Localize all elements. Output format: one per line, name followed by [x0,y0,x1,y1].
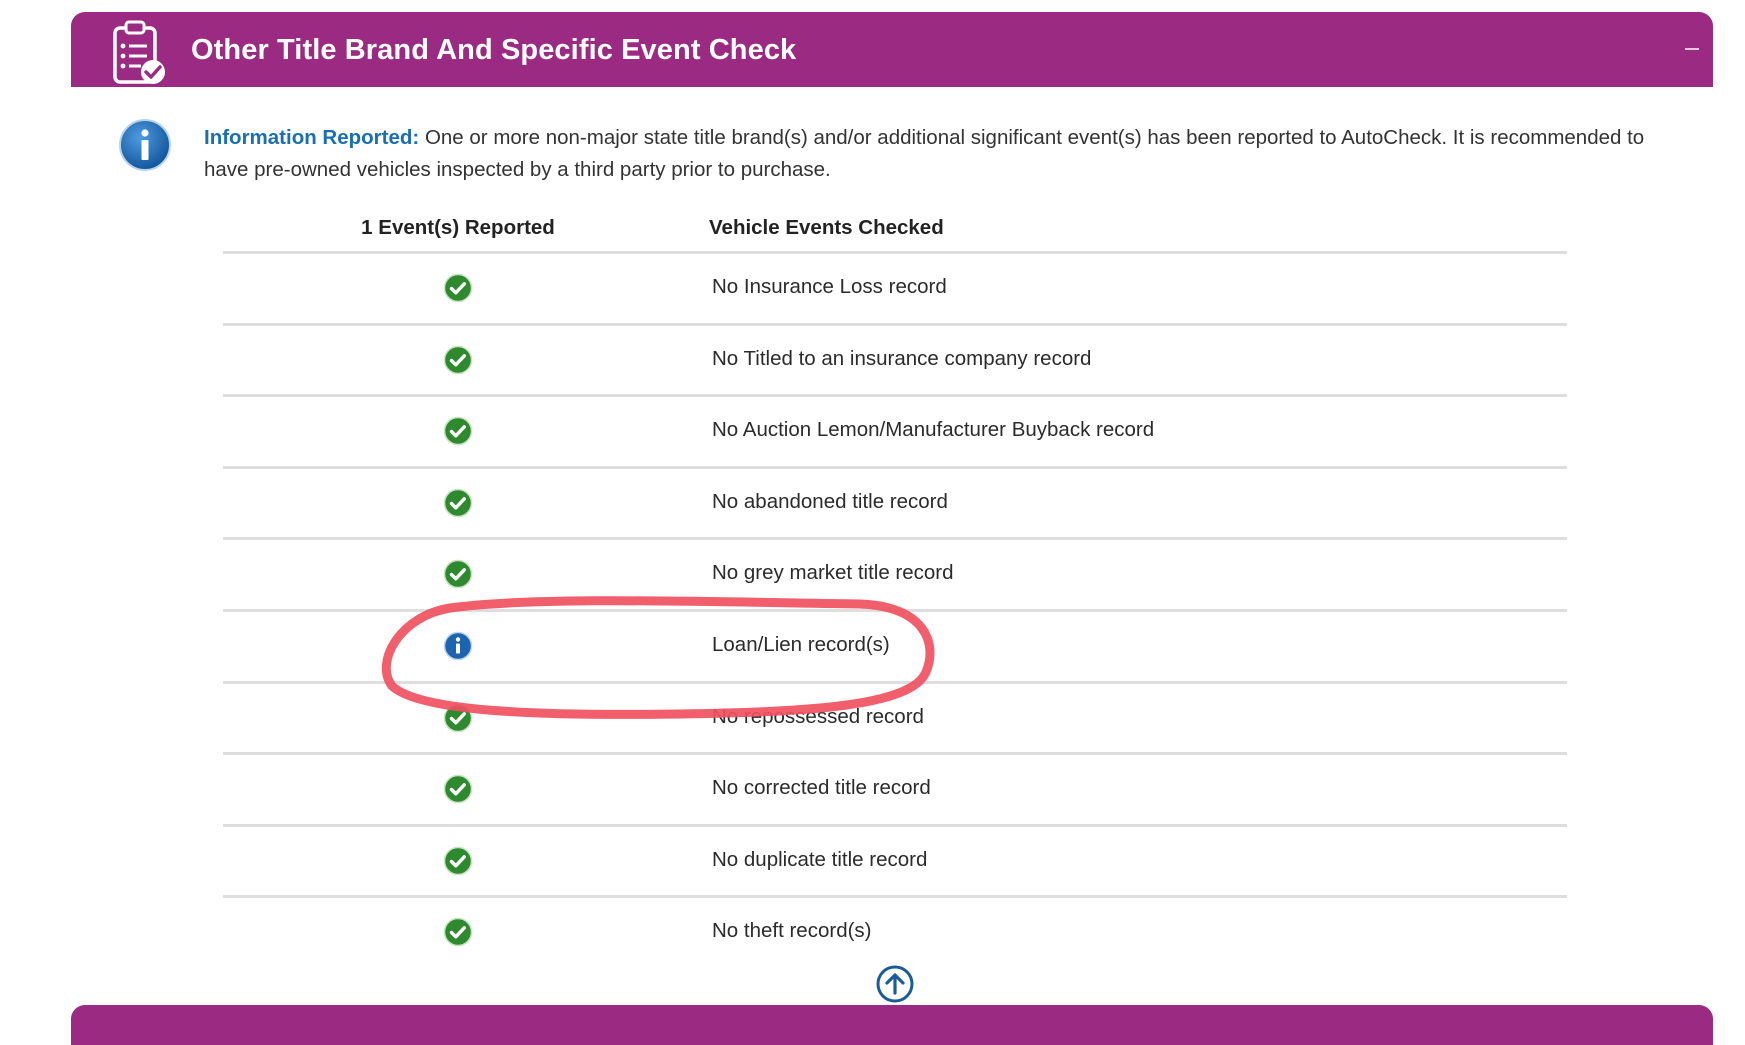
check-circle-icon [443,917,473,947]
column-header-reported: 1 Event(s) Reported [361,216,555,239]
table-row: No repossessed record [223,684,1567,755]
event-label: No Auction Lemon/Manufacturer Buyback re… [712,418,1155,442]
event-label: Loan/Lien record(s) [712,633,890,656]
event-label: No theft record(s) [712,919,872,943]
info-message: Information Reported: One or more non-ma… [204,122,1684,186]
event-label: No repossessed record [712,704,924,728]
check-circle-icon [443,488,473,518]
table-row: No corrected title record [223,755,1567,826]
table-row: No duplicate title record [223,827,1567,898]
table-row: Loan/Lien record(s) [223,612,1567,683]
column-header-checked: Vehicle Events Checked [709,216,944,239]
info-body: One or more non-major state title brand(… [204,126,1645,181]
table-row: No Titled to an insurance company record [223,326,1567,397]
check-circle-icon [443,416,473,446]
table-row: No abandoned title record [223,469,1567,540]
table-row: No Insurance Loss record [223,254,1567,325]
check-circle-icon [443,273,473,303]
arrow-up-circle-icon[interactable] [875,964,915,1004]
event-label: No Insurance Loss record [712,275,947,298]
check-circle-icon [443,345,473,375]
info-icon [119,119,171,171]
event-label: No Titled to an insurance company record [712,346,1092,370]
check-circle-icon [443,559,473,589]
collapse-icon[interactable] [1685,48,1699,50]
info-circle-icon [443,631,473,661]
event-label: No duplicate title record [712,847,928,871]
check-circle-icon [443,846,473,876]
next-section-header[interactable] [71,1005,1713,1045]
event-label: No abandoned title record [712,489,948,513]
info-label: Information Reported: [204,126,420,149]
table-row: No Auction Lemon/Manufacturer Buyback re… [223,397,1567,468]
table-row: No grey market title record [223,540,1567,611]
section-title: Other Title Brand And Specific Event Che… [191,34,797,66]
event-label: No grey market title record [712,561,954,585]
section-header[interactable]: Other Title Brand And Specific Event Che… [71,12,1713,87]
check-circle-icon [443,774,473,804]
event-label: No corrected title record [712,776,931,800]
table-row: No theft record(s) [223,898,1567,969]
check-circle-icon [443,703,473,733]
clipboard-check-icon [113,20,165,84]
